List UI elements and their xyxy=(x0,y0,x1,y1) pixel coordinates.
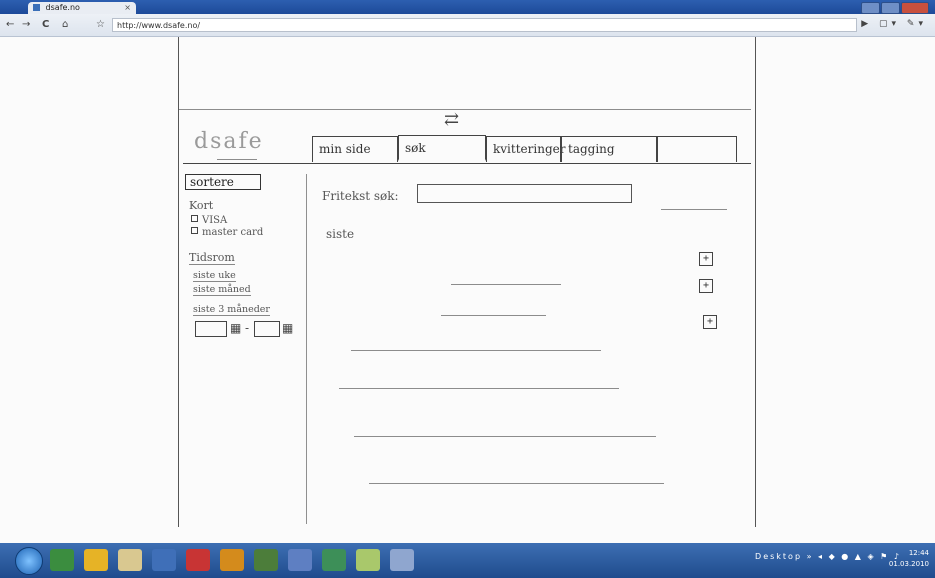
window-titlebar: dsafe.no × xyxy=(0,0,935,14)
bookmark-star-icon[interactable]: ☆ xyxy=(96,19,105,30)
minimize-button[interactable] xyxy=(861,2,880,14)
card-option-mastercard[interactable]: master card xyxy=(191,227,263,238)
date-from-field[interactable] xyxy=(195,321,227,337)
taskbar-app-explorer[interactable] xyxy=(118,549,142,571)
card-option-visa[interactable]: VISA xyxy=(191,215,227,226)
result-line-1 xyxy=(451,284,561,285)
expand-button-3[interactable]: + xyxy=(703,315,717,329)
sketch-canvas: dsafe ⇄ min side søk kvitteringer taggin… xyxy=(178,37,756,527)
taskbar-app-chrome[interactable] xyxy=(84,549,108,571)
date-to-field[interactable] xyxy=(254,321,280,337)
taskbar-app-7[interactable] xyxy=(254,549,278,571)
desktop-label: Desktop xyxy=(755,552,803,561)
clock-date: 01.03.2010 xyxy=(888,560,929,568)
header-divider xyxy=(179,109,751,110)
period-heading: Tidsrom xyxy=(189,251,235,265)
tab-min-side[interactable]: min side xyxy=(312,136,398,162)
clock-time: 12:44 xyxy=(908,549,929,557)
tab-sok[interactable]: søk xyxy=(398,135,486,161)
expand-button-2[interactable]: + xyxy=(699,279,713,293)
mastercard-label: master card xyxy=(202,227,264,238)
result-line-5 xyxy=(354,436,656,437)
tab-empty[interactable] xyxy=(657,136,737,162)
date-separator: - xyxy=(245,321,250,335)
system-tray[interactable]: Desktop » ◂ ◆ ● ▲ ◈ ⚑ ♪ xyxy=(755,552,901,561)
recent-label: siste xyxy=(326,227,355,241)
taskbar-app-9[interactable] xyxy=(322,549,346,571)
content-divider xyxy=(306,174,307,524)
result-line-2 xyxy=(441,315,546,316)
tab-tagging[interactable]: tagging xyxy=(561,136,657,162)
browser-tab[interactable]: dsafe.no × xyxy=(28,2,136,14)
taskbar-app-8[interactable] xyxy=(288,549,312,571)
favicon-icon xyxy=(33,4,40,11)
tab-close-icon[interactable]: × xyxy=(124,2,131,14)
back-icon[interactable]: ← xyxy=(6,19,14,30)
card-heading: Kort xyxy=(189,199,214,212)
visa-label: VISA xyxy=(202,215,228,226)
close-window-button[interactable] xyxy=(901,2,929,14)
calendar-from-icon[interactable]: ▦ xyxy=(230,321,241,335)
windows-taskbar: Desktop » ◂ ◆ ● ▲ ◈ ⚑ ♪ 12:44 01.03.2010 xyxy=(0,543,935,578)
search-input[interactable] xyxy=(417,184,632,203)
taskbar-app-4[interactable] xyxy=(152,549,176,571)
tab-title: dsafe.no xyxy=(45,3,80,12)
visa-checkbox[interactable] xyxy=(191,215,198,222)
start-button[interactable] xyxy=(15,547,43,575)
logo-underline xyxy=(217,159,257,160)
address-bar[interactable]: http://www.dsafe.no/ xyxy=(112,18,857,32)
result-line-4 xyxy=(339,388,619,389)
result-line-3 xyxy=(351,350,601,351)
forward-icon[interactable]: → xyxy=(22,19,30,30)
sort-button[interactable]: sortere xyxy=(185,174,261,190)
calendar-to-icon[interactable]: ▦ xyxy=(282,321,293,335)
browser-toolbar: ← → C ⌂ ☆ http://www.dsafe.no/ ▶ ▢▾ ✎▾ xyxy=(0,14,935,37)
taskbar-app-11[interactable] xyxy=(390,549,414,571)
toolbar-menu-icons[interactable]: ▶ ▢▾ ✎▾ xyxy=(861,19,927,29)
reload-icon[interactable]: C xyxy=(42,19,49,30)
clock[interactable]: 12:44 01.03.2010 xyxy=(889,548,929,570)
taskbar-app-5[interactable] xyxy=(186,549,210,571)
period-last-month[interactable]: siste måned xyxy=(193,284,251,296)
expand-button-1[interactable]: + xyxy=(699,252,713,266)
period-last-week[interactable]: siste uke xyxy=(193,270,236,282)
mastercard-checkbox[interactable] xyxy=(191,227,198,234)
home-icon[interactable]: ⌂ xyxy=(62,19,68,30)
tab-kvitteringer[interactable]: kvitteringer xyxy=(486,136,565,162)
nav-baseline xyxy=(183,163,751,164)
tab-reorder-arrow-icon: ⇄ xyxy=(444,109,460,130)
site-logo: dsafe xyxy=(194,129,264,154)
result-line-6 xyxy=(369,483,664,484)
taskbar-app-1[interactable] xyxy=(50,549,74,571)
window-controls xyxy=(861,2,929,14)
taskbar-app-10[interactable] xyxy=(356,549,380,571)
maximize-button[interactable] xyxy=(881,2,900,14)
search-underline xyxy=(661,209,727,210)
taskbar-app-illustrator[interactable] xyxy=(220,549,244,571)
period-last-3-months[interactable]: siste 3 måneder xyxy=(193,304,270,316)
search-label: Fritekst søk: xyxy=(322,189,399,203)
